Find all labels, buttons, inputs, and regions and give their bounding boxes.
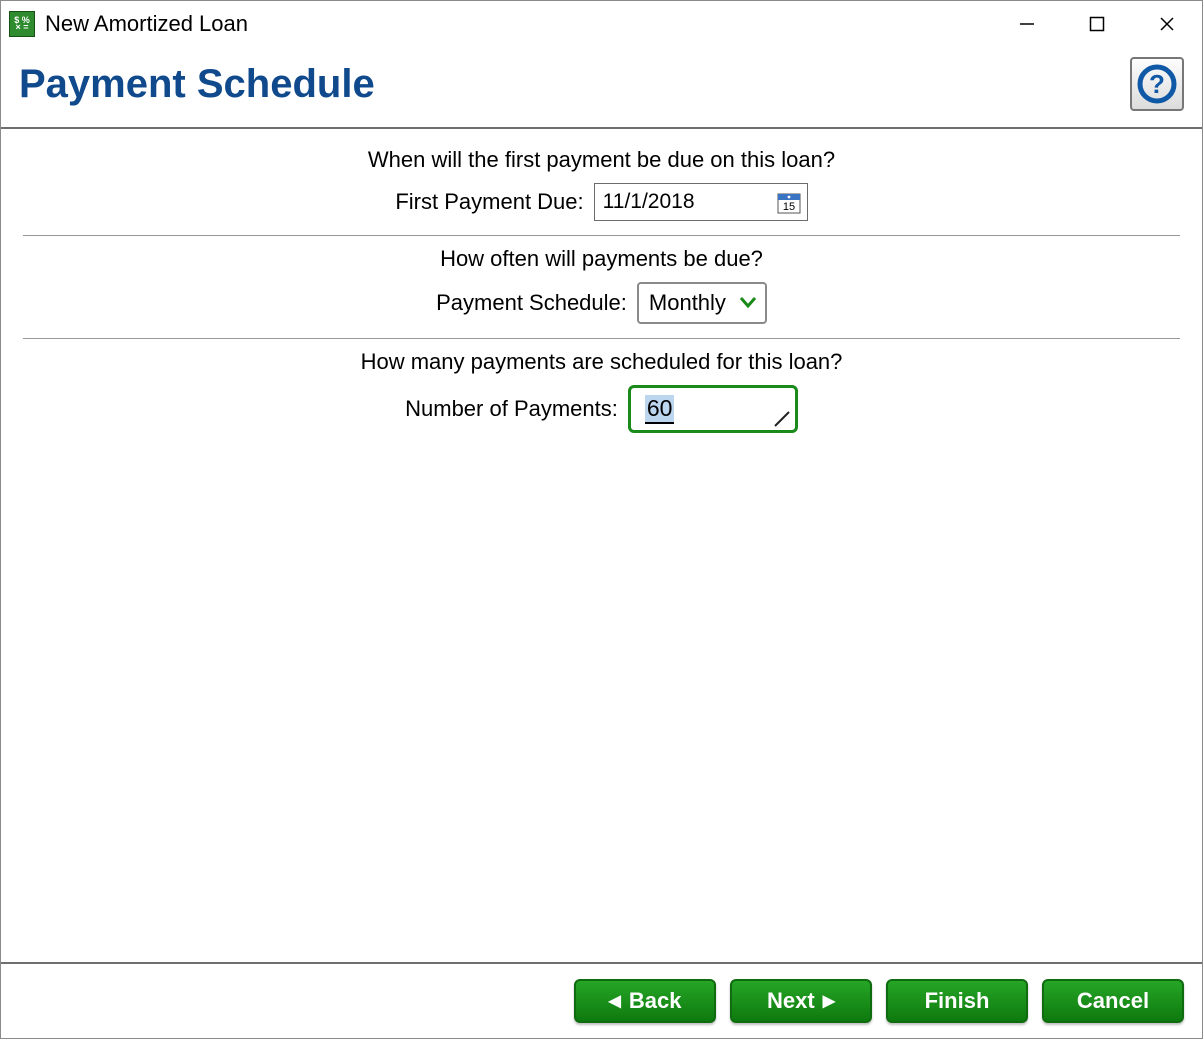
payment-schedule-section: How often will payments be due? Payment … — [23, 236, 1180, 338]
finish-button[interactable]: Finish — [886, 979, 1028, 1023]
first-payment-question: When will the first payment be due on th… — [23, 147, 1180, 173]
payment-schedule-select[interactable]: Monthly — [637, 282, 767, 324]
wizard-footer: ◀ Back Next ▶ Finish Cancel — [1, 962, 1202, 1038]
cancel-button[interactable]: Cancel — [1042, 979, 1184, 1023]
schedule-label: Payment Schedule: — [436, 290, 627, 316]
resize-grip-icon — [771, 408, 791, 428]
triangle-right-icon: ▶ — [823, 991, 835, 1011]
num-payments-value: 60 — [645, 395, 675, 424]
close-button[interactable] — [1132, 1, 1202, 47]
schedule-question: How often will payments be due? — [23, 246, 1180, 272]
first-payment-date-value: 11/1/2018 — [603, 190, 695, 214]
first-payment-label: First Payment Due: — [395, 189, 583, 215]
help-button[interactable]: ? — [1130, 57, 1184, 111]
window-title: New Amortized Loan — [45, 11, 248, 37]
window-controls — [992, 1, 1202, 47]
next-label: Next — [767, 988, 815, 1014]
page-title: Payment Schedule — [19, 62, 375, 107]
num-payments-question: How many payments are scheduled for this… — [23, 349, 1180, 375]
first-payment-date-input[interactable]: 11/1/2018 15 — [594, 183, 808, 221]
next-button[interactable]: Next ▶ — [730, 979, 872, 1023]
back-button[interactable]: ◀ Back — [574, 979, 716, 1023]
schedule-value: Monthly — [649, 290, 726, 316]
triangle-left-icon: ◀ — [609, 991, 621, 1011]
cancel-label: Cancel — [1077, 988, 1149, 1014]
back-label: Back — [629, 988, 682, 1014]
number-of-payments-section: How many payments are scheduled for this… — [23, 339, 1180, 447]
finish-label: Finish — [925, 988, 990, 1014]
app-icon: $ %× = — [9, 11, 35, 37]
wizard-content: When will the first payment be due on th… — [1, 129, 1202, 962]
maximize-button[interactable] — [1062, 1, 1132, 47]
svg-text:?: ? — [1149, 69, 1165, 99]
help-icon: ? — [1137, 64, 1177, 104]
page-header: Payment Schedule ? — [1, 47, 1202, 129]
calendar-icon[interactable]: 15 — [775, 188, 803, 216]
minimize-button[interactable] — [992, 1, 1062, 47]
num-payments-label: Number of Payments: — [405, 396, 618, 422]
svg-text:15: 15 — [783, 201, 795, 213]
window-titlebar: $ %× = New Amortized Loan — [1, 1, 1202, 47]
chevron-down-icon — [739, 292, 757, 315]
number-of-payments-input[interactable]: 60 — [628, 385, 798, 433]
first-payment-section: When will the first payment be due on th… — [23, 137, 1180, 235]
